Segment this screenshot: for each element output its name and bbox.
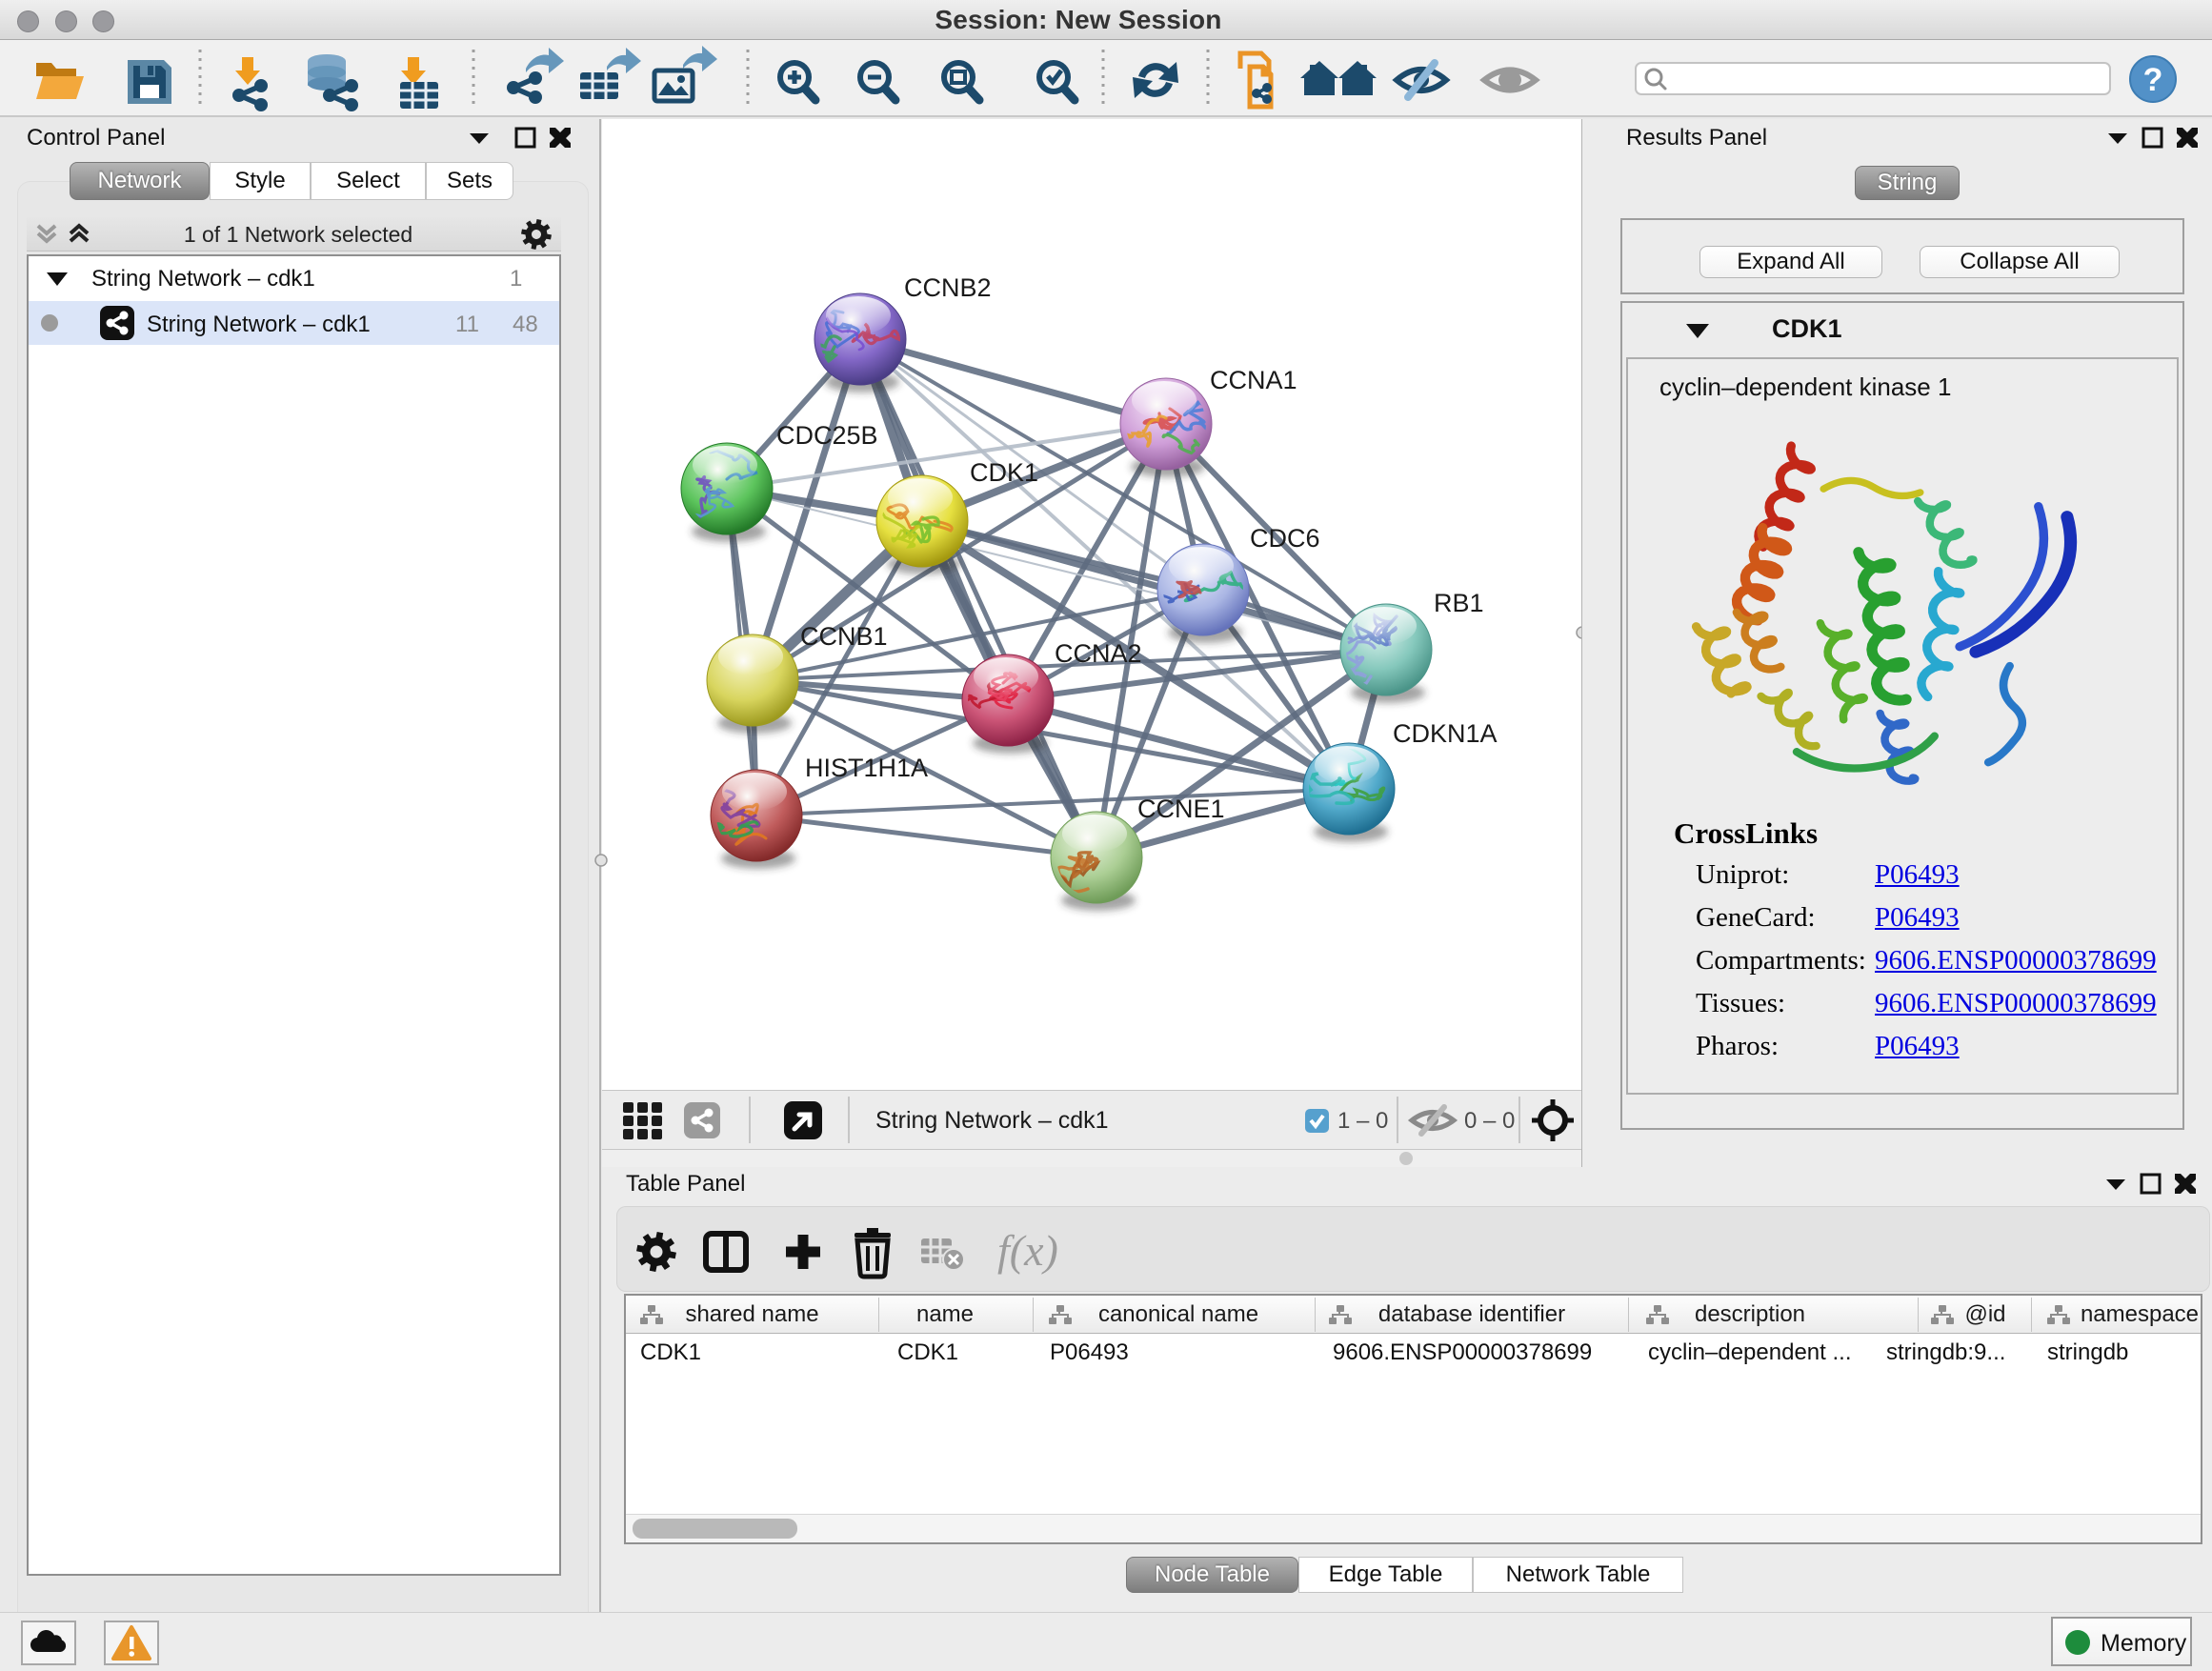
svg-text:CCNA2: CCNA2 <box>1055 639 1142 668</box>
svg-text:HIST1H1A: HIST1H1A <box>805 754 928 782</box>
svg-text:String Network – cdk1: String Network – cdk1 <box>147 312 371 337</box>
svg-text:CDKN1A: CDKN1A <box>1393 719 1498 748</box>
svg-text:f(x): f(x) <box>997 1226 1058 1275</box>
svg-text:CCNB2: CCNB2 <box>904 273 992 302</box>
svg-text:CCNB1: CCNB1 <box>800 622 888 651</box>
svg-text:11: 11 <box>455 312 479 337</box>
svg-text:CDK1: CDK1 <box>970 458 1038 487</box>
svg-text:1 of 1 Network selected: 1 of 1 Network selected <box>184 222 412 247</box>
svg-text:1 – 0: 1 – 0 <box>1337 1108 1388 1134</box>
svg-text:48: 48 <box>513 312 538 337</box>
svg-text:Memory: Memory <box>2101 1630 2187 1657</box>
svg-text:CDC25B: CDC25B <box>776 421 878 450</box>
svg-text:0 – 0: 0 – 0 <box>1464 1108 1515 1134</box>
svg-text:CCNA1: CCNA1 <box>1210 366 1297 394</box>
svg-text:?: ? <box>2143 62 2163 98</box>
svg-text:RB1: RB1 <box>1434 589 1484 617</box>
svg-text:String Network – cdk1: String Network – cdk1 <box>875 1107 1109 1134</box>
svg-text:CDC6: CDC6 <box>1250 524 1320 553</box>
svg-text:CCNE1: CCNE1 <box>1137 795 1225 823</box>
